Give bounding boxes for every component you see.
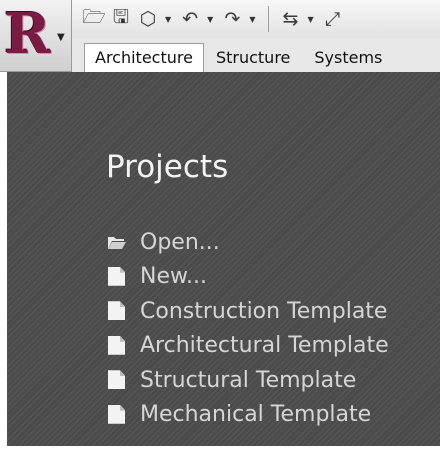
document-icon — [107, 266, 127, 287]
project-mechanical-template-link[interactable]: Mechanical Template — [107, 398, 389, 433]
toolbar-separator — [268, 6, 270, 32]
project-item-label: New... — [140, 264, 207, 290]
project-new-link[interactable]: New... — [107, 260, 389, 295]
measure-icon[interactable]: ⇆ — [278, 5, 302, 33]
redo-icon[interactable]: ↷ — [220, 5, 244, 33]
chevron-down-icon: ▼ — [57, 32, 65, 43]
project-item-label: Mechanical Template — [140, 402, 372, 428]
chevron-down-icon[interactable]: ▼ — [165, 15, 171, 24]
chevron-down-icon[interactable]: ▼ — [249, 15, 255, 24]
revit-logo-icon: R — [4, 1, 51, 67]
tab-systems[interactable]: Systems — [302, 44, 394, 72]
open-folder-icon — [107, 232, 127, 252]
project-architectural-template-link[interactable]: Architectural Template — [107, 329, 389, 364]
projects-heading: Projects — [106, 149, 229, 185]
project-item-label: Open... — [140, 229, 220, 255]
tab-structure[interactable]: Structure — [204, 44, 302, 72]
open-folder-icon[interactable]: 🗁 — [82, 5, 106, 33]
quick-access-toolbar: 🗁 🖫 ⬡ ▼ ↶ ▼ ↷ ▼ ⇆ ▼ ⤢ — [72, 0, 440, 38]
application-menu-button[interactable]: R ▼ — [0, 0, 72, 72]
document-icon — [107, 335, 127, 356]
chevron-down-icon[interactable]: ▼ — [307, 15, 313, 24]
projects-list: Open... New... Construction Template Arc… — [107, 225, 389, 432]
undo-icon[interactable]: ↶ — [178, 5, 202, 33]
document-icon — [107, 301, 127, 321]
project-item-label: Construction Template — [140, 298, 388, 324]
project-open-link[interactable]: Open... — [107, 225, 389, 260]
save-icon[interactable]: 🖫 — [109, 5, 133, 33]
sync-icon[interactable]: ⬡ — [136, 5, 160, 33]
project-structural-template-link[interactable]: Structural Template — [107, 363, 389, 398]
window-bottom-edge — [0, 446, 440, 451]
dimension-icon[interactable]: ⤢ — [321, 5, 345, 33]
project-construction-template-link[interactable]: Construction Template — [107, 294, 389, 329]
ribbon-tab-bar: Architecture Structure Systems — [72, 38, 440, 72]
document-icon — [107, 370, 127, 390]
recent-files-panel: Projects Open... New... Construction Tem… — [7, 72, 440, 446]
chevron-down-icon[interactable]: ▼ — [207, 15, 213, 24]
project-item-label: Architectural Template — [140, 333, 389, 359]
tab-architecture[interactable]: Architecture — [84, 43, 204, 72]
document-icon — [107, 404, 127, 425]
project-item-label: Structural Template — [140, 367, 357, 393]
